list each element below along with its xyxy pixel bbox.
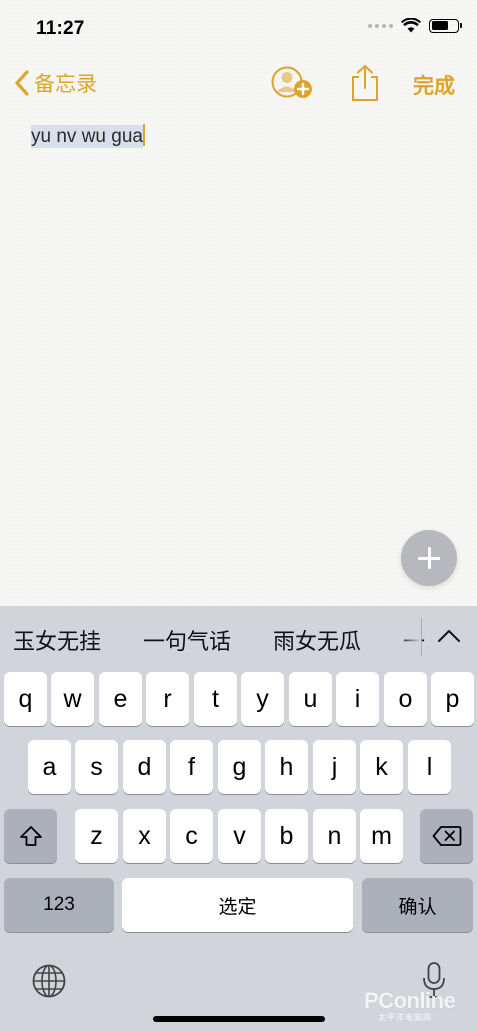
back-button[interactable]: 备忘录 <box>14 68 97 98</box>
delete-icon <box>432 826 461 846</box>
key-w[interactable]: w <box>51 672 94 726</box>
key-e[interactable]: e <box>99 672 142 726</box>
key-v[interactable]: v <box>218 809 261 863</box>
add-person-icon[interactable] <box>270 66 314 100</box>
key-k[interactable]: k <box>360 740 403 794</box>
key-r[interactable]: r <box>146 672 189 726</box>
keyboard: 玉女无挂 一句气话 雨女无瓜 一 q w e r t y u i o p a s… <box>0 606 477 1032</box>
key-s[interactable]: s <box>75 740 118 794</box>
plus-icon[interactable] <box>401 530 457 586</box>
candidate-2[interactable]: 一句气话 <box>143 624 231 656</box>
note-body[interactable]: yu nv wu gua <box>31 124 145 148</box>
candidate-divider <box>421 618 422 656</box>
back-label: 备忘录 <box>34 73 97 96</box>
key-n[interactable]: n <box>313 809 356 863</box>
key-i[interactable]: i <box>336 672 379 726</box>
key-g[interactable]: g <box>218 740 261 794</box>
share-icon[interactable] <box>350 64 380 102</box>
key-p[interactable]: p <box>431 672 474 726</box>
status-time: 11:27 <box>36 18 85 39</box>
key-l[interactable]: l <box>408 740 451 794</box>
key-h[interactable]: h <box>265 740 308 794</box>
cellular-signal-icon <box>368 23 393 28</box>
home-indicator[interactable] <box>153 1016 325 1022</box>
candidate-1[interactable]: 玉女无挂 <box>13 624 101 656</box>
key-j[interactable]: j <box>313 740 356 794</box>
key-o[interactable]: o <box>384 672 427 726</box>
key-m[interactable]: m <box>360 809 403 863</box>
key-z[interactable]: z <box>75 809 118 863</box>
numbers-key[interactable]: 123 <box>4 878 114 932</box>
key-y[interactable]: y <box>241 672 284 726</box>
delete-key[interactable] <box>420 809 473 863</box>
key-c[interactable]: c <box>170 809 213 863</box>
composing-text: yu nv wu gua <box>31 125 143 148</box>
status-indicators <box>368 18 462 33</box>
key-q[interactable]: q <box>4 672 47 726</box>
key-x[interactable]: x <box>123 809 166 863</box>
key-f[interactable]: f <box>170 740 213 794</box>
shift-key[interactable] <box>4 809 57 863</box>
watermark-subtitle: 太平洋电脑网 <box>378 1013 432 1022</box>
done-button[interactable]: 完成 <box>413 70 455 100</box>
candidate-3[interactable]: 雨女无瓜 <box>273 624 361 656</box>
wifi-icon <box>401 18 421 33</box>
key-u[interactable]: u <box>289 672 332 726</box>
return-key[interactable]: 确认 <box>362 878 473 932</box>
battery-icon <box>429 18 462 33</box>
globe-icon[interactable] <box>30 962 68 1000</box>
key-t[interactable]: t <box>194 672 237 726</box>
watermark-logo: PConline <box>364 988 456 1013</box>
key-d[interactable]: d <box>123 740 166 794</box>
candidate-bar: 玉女无挂 一句气话 雨女无瓜 一 <box>0 606 477 668</box>
chevron-up-icon[interactable] <box>432 620 466 654</box>
key-b[interactable]: b <box>265 809 308 863</box>
chevron-left-icon <box>15 70 29 96</box>
text-cursor <box>142 124 145 146</box>
key-a[interactable]: a <box>28 740 71 794</box>
space-key[interactable]: 选定 <box>122 878 353 932</box>
shift-icon <box>19 826 42 846</box>
